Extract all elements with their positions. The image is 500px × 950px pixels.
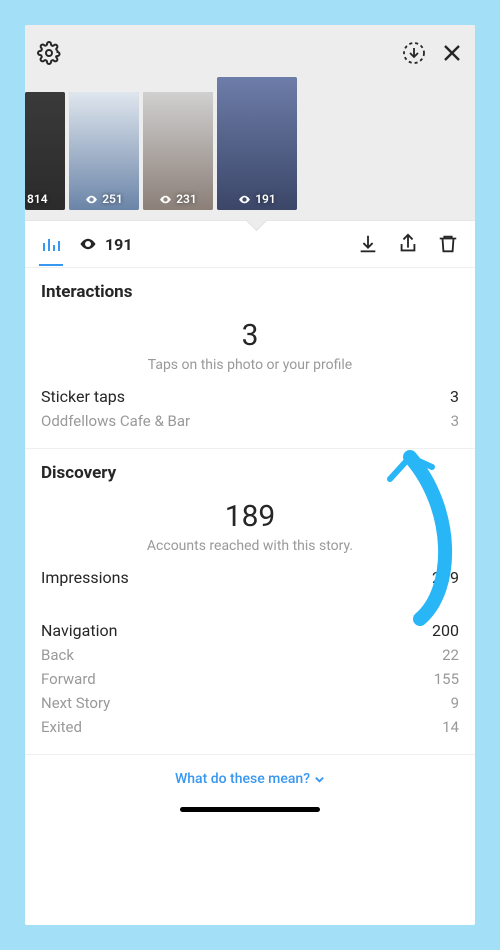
gear-icon[interactable] xyxy=(37,41,61,65)
insights-panel: 814 251 231 xyxy=(25,25,475,925)
story-thumbnail-selected[interactable]: 191 xyxy=(217,77,297,210)
section-title: Discovery xyxy=(41,463,459,483)
help-link-text: What do these mean? xyxy=(175,771,310,787)
save-circle-icon[interactable] xyxy=(401,40,427,66)
story-view-count: 191 xyxy=(255,192,276,206)
story-thumbnail[interactable]: 231 xyxy=(143,92,213,210)
story-view-count: 814 xyxy=(27,192,48,206)
sticker-sub-value: 3 xyxy=(451,412,459,430)
forward-label: Forward xyxy=(41,670,96,688)
discovery-section: Discovery 189 Accounts reached with this… xyxy=(25,449,475,755)
navigation-value: 200 xyxy=(432,621,459,640)
impressions-label: Impressions xyxy=(41,568,129,587)
story-view-count: 251 xyxy=(102,192,123,206)
sticker-taps-label: Sticker taps xyxy=(41,387,125,406)
reach-caption: Accounts reached with this story. xyxy=(41,538,459,554)
eye-icon xyxy=(238,193,251,206)
top-area: 814 251 231 xyxy=(25,25,475,221)
home-indicator xyxy=(180,807,320,812)
next-story-value: 9 xyxy=(451,694,459,712)
eye-icon xyxy=(79,235,97,253)
forward-value: 155 xyxy=(434,670,459,688)
back-value: 22 xyxy=(442,646,459,664)
download-icon[interactable] xyxy=(357,233,379,255)
eye-icon xyxy=(85,193,98,206)
insights-tab[interactable] xyxy=(41,234,61,264)
story-view-count: 231 xyxy=(176,192,197,206)
sticker-sub-label: Oddfellows Cafe & Bar xyxy=(41,412,190,430)
trash-icon[interactable] xyxy=(437,233,459,255)
story-thumbnail[interactable]: 251 xyxy=(69,92,139,210)
story-thumbnail[interactable]: 814 xyxy=(25,92,65,210)
reach-count: 189 xyxy=(41,499,459,534)
tab-row: 191 xyxy=(25,221,475,268)
interactions-section: Interactions 3 Taps on this photo or you… xyxy=(25,268,475,449)
interactions-count: 3 xyxy=(41,318,459,353)
section-title: Interactions xyxy=(41,282,459,302)
sticker-taps-value: 3 xyxy=(450,387,459,406)
back-label: Back xyxy=(41,646,74,664)
exited-value: 14 xyxy=(442,718,459,736)
interactions-caption: Taps on this photo or your profile xyxy=(41,357,459,373)
view-count: 191 xyxy=(105,235,133,254)
top-bar xyxy=(37,35,463,71)
chevron-down-icon xyxy=(314,774,325,785)
stories-strip[interactable]: 814 251 231 xyxy=(37,71,463,220)
share-icon[interactable] xyxy=(397,233,419,255)
eye-icon xyxy=(159,193,172,206)
help-link[interactable]: What do these mean? xyxy=(25,755,475,793)
navigation-label: Navigation xyxy=(41,621,117,640)
exited-label: Exited xyxy=(41,718,82,736)
viewers-tab[interactable]: 191 xyxy=(79,235,133,254)
close-icon[interactable] xyxy=(441,42,463,64)
impressions-value: 239 xyxy=(432,568,459,587)
next-story-label: Next Story xyxy=(41,694,110,712)
